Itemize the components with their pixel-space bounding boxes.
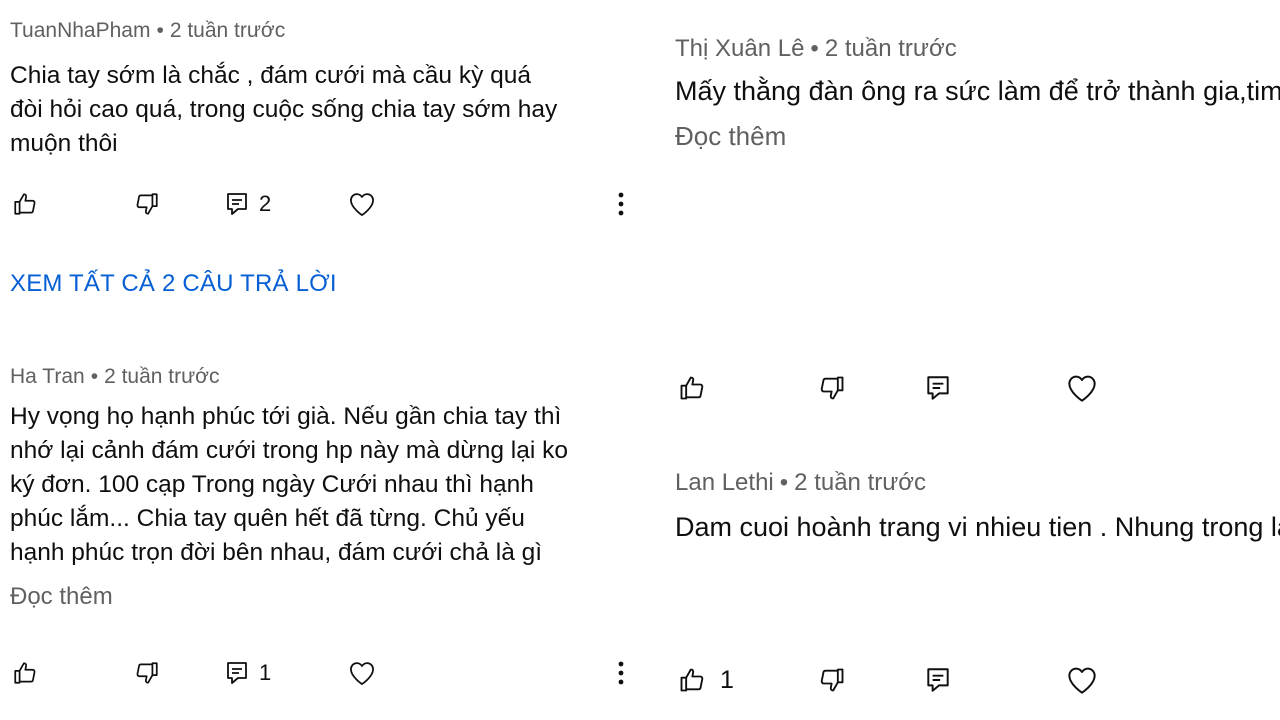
more-options-button[interactable] <box>611 184 631 224</box>
like-button[interactable] <box>12 653 38 693</box>
thumbs-up-icon <box>680 668 704 692</box>
comment-action-bar: 2 <box>0 184 640 224</box>
more-vert-icon <box>618 192 624 216</box>
comment-text: Dam cuoi hoành trang vi nhieu tien . Nhu… <box>675 512 1280 542</box>
thumbs-down-icon <box>136 662 158 684</box>
comment-action-bar: 1 <box>654 660 1280 700</box>
right-comment-column: Thị Xuân Lê • 2 tuần trước Mấy thằng đàn ô… <box>654 0 1280 720</box>
reply-button[interactable] <box>925 368 951 408</box>
separator-dot: • <box>156 19 164 42</box>
like-button[interactable] <box>678 368 706 408</box>
reply-button[interactable]: 2 <box>225 184 271 224</box>
comment-time[interactable]: 2 tuần trước <box>104 365 219 388</box>
comment-action-bar: 1 <box>0 653 640 693</box>
comment-header: TuanNhaPham • 2 tuần trước <box>10 18 557 44</box>
heart-icon <box>350 193 374 216</box>
like-count: 1 <box>720 665 734 694</box>
read-more-link[interactable]: Đọc thêm <box>675 121 1280 151</box>
heart-button[interactable] <box>1066 368 1098 408</box>
dislike-button[interactable] <box>818 368 846 408</box>
comment-text: Mấy thằng đàn ông ra sức làm để trở thàn… <box>675 76 1280 106</box>
comment-thread: Ha Tran • 2 tuần trước Hy vọng họ hạnh phú… <box>10 364 568 612</box>
comment-author[interactable]: Ha Tran <box>10 365 85 388</box>
read-more-link[interactable]: Đọc thêm <box>10 582 568 612</box>
comment-author[interactable]: Thị Xuân Lê <box>675 35 804 62</box>
reply-comment-icon <box>227 662 247 684</box>
reply-count: 2 <box>259 191 272 216</box>
comment-header: Thị Xuân Lê • 2 tuần trước <box>675 34 1280 64</box>
heart-icon <box>1068 375 1096 402</box>
more-options-button[interactable] <box>611 653 631 693</box>
separator-dot: • <box>779 469 789 496</box>
comment-author[interactable]: Lan Lethi <box>675 469 774 496</box>
reply-button[interactable]: 1 <box>225 653 271 693</box>
view-all-replies-link[interactable]: XEM TẤT CẢ 2 CÂU TRẢ LỜI <box>10 270 337 298</box>
more-vert-icon <box>618 661 624 685</box>
thumbs-down-icon <box>820 376 844 400</box>
column-divider <box>640 0 654 720</box>
reply-comment-icon <box>927 376 949 400</box>
reply-count: 1 <box>259 660 272 685</box>
heart-button[interactable] <box>348 184 376 224</box>
dislike-button[interactable] <box>134 184 160 224</box>
dislike-button[interactable] <box>134 653 160 693</box>
comment-thread: Thị Xuân Lê • 2 tuần trước Mấy thằng đàn ô… <box>675 34 1280 151</box>
comment-time[interactable]: 2 tuần trước <box>825 35 957 62</box>
heart-button[interactable] <box>1066 660 1098 700</box>
thumbs-down-icon <box>136 193 158 215</box>
thumbs-up-icon <box>14 193 36 215</box>
heart-icon <box>350 662 374 685</box>
comment-time[interactable]: 2 tuần trước <box>170 19 285 42</box>
heart-button[interactable] <box>348 653 376 693</box>
reply-comment-icon <box>227 193 247 215</box>
thumbs-down-icon <box>820 668 844 692</box>
heart-icon <box>1068 667 1096 694</box>
thumbs-up-icon <box>14 662 36 684</box>
separator-dot: • <box>810 35 819 62</box>
comment-thread: TuanNhaPham • 2 tuần trước Chia tay sớm là… <box>10 18 557 161</box>
comment-text: Hy vọng họ hạnh phúc tới già. Nếu gần ch… <box>10 403 568 566</box>
separator-dot: • <box>90 365 99 388</box>
comment-author[interactable]: TuanNhaPham <box>10 19 150 42</box>
comment-thread: Lan Lethi • 2 tuần trước Dam cuoi hoành tr… <box>675 468 1280 547</box>
like-button[interactable] <box>12 184 38 224</box>
like-button[interactable]: 1 <box>678 660 734 700</box>
comment-action-bar <box>654 368 1280 408</box>
comment-header: Ha Tran • 2 tuần trước <box>10 364 568 390</box>
dislike-button[interactable] <box>818 660 846 700</box>
comment-text: Chia tay sớm là chắc , đám cưới mà cầu k… <box>10 62 558 157</box>
left-comment-column: TuanNhaPham • 2 tuần trước Chia tay sớm là… <box>0 0 640 720</box>
reply-comment-icon <box>927 668 949 692</box>
comment-header: Lan Lethi • 2 tuần trước <box>675 468 1280 498</box>
reply-button[interactable] <box>925 660 951 700</box>
thumbs-up-icon <box>680 376 704 400</box>
comment-time[interactable]: 2 tuần trước <box>794 469 926 496</box>
